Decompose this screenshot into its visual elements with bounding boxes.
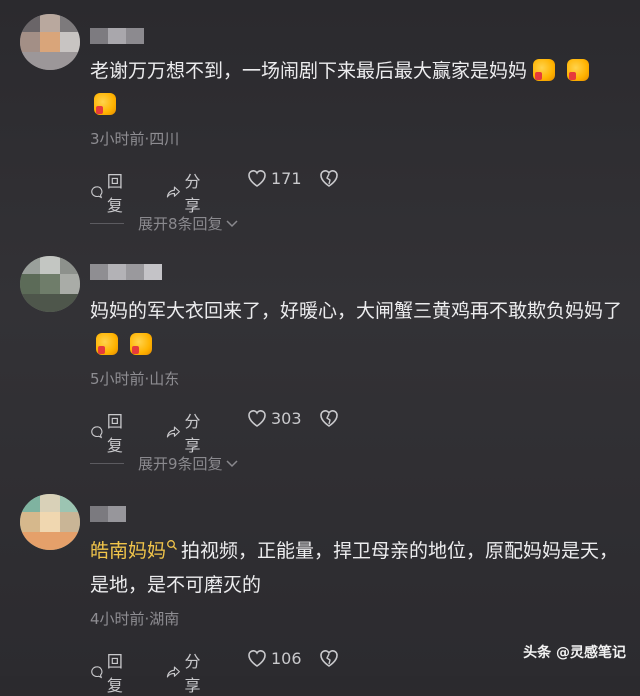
reply-button[interactable]: 回复 bbox=[90, 408, 129, 456]
like-count: 106 bbox=[271, 648, 302, 668]
comment-text: 皓南妈妈 拍视频，正能量，捍卫母亲的地位，原配妈妈是天，是地，是不可磨灭的 bbox=[90, 534, 630, 602]
heart-icon bbox=[248, 410, 266, 427]
share-label: 分享 bbox=[184, 412, 201, 455]
divider-line bbox=[90, 223, 124, 224]
expand-label: 展开8条回复 bbox=[138, 215, 223, 233]
mention-highlight[interactable]: 皓南妈妈 bbox=[90, 540, 166, 562]
reply-button[interactable]: 回复 bbox=[90, 648, 129, 696]
chevron-down-icon bbox=[226, 219, 238, 227]
comment-body: 妈妈的军大衣回来了，好暖心，大闸蟹三黄鸡再不敢欺负妈妈了 bbox=[90, 300, 623, 322]
heart-icon bbox=[248, 650, 266, 667]
comment-bubble-icon bbox=[91, 426, 103, 439]
expand-label: 展开9条回复 bbox=[138, 455, 223, 473]
thumbs-up-emoji-icon bbox=[567, 59, 590, 81]
thumbs-up-emoji-icon bbox=[94, 93, 116, 115]
like-count: 303 bbox=[271, 408, 302, 428]
thumbs-up-emoji-icon bbox=[533, 59, 556, 81]
avatar[interactable] bbox=[20, 494, 80, 550]
share-button[interactable]: 分享 bbox=[166, 648, 207, 696]
username-blurred[interactable] bbox=[90, 28, 144, 44]
like-button[interactable]: 171 bbox=[246, 168, 302, 188]
avatar[interactable] bbox=[20, 14, 80, 70]
like-count: 171 bbox=[271, 168, 302, 188]
share-arrow-icon bbox=[166, 426, 180, 438]
chevron-down-icon bbox=[226, 459, 238, 467]
avatar[interactable] bbox=[20, 256, 80, 312]
reply-label: 回复 bbox=[106, 652, 123, 695]
share-arrow-icon bbox=[166, 186, 180, 198]
reply-label: 回复 bbox=[106, 172, 123, 215]
expand-replies[interactable]: 展开9条回复 bbox=[90, 453, 239, 474]
comment-body: 老谢万万想不到，一场闹剧下来最后最大赢家是妈妈 bbox=[90, 60, 528, 82]
divider-line bbox=[90, 463, 124, 464]
share-label: 分享 bbox=[184, 172, 201, 215]
comment-meta: 4小时前·湖南 bbox=[90, 610, 180, 628]
reply-button[interactable]: 回复 bbox=[90, 168, 129, 216]
comment-text: 老谢万万想不到，一场闹剧下来最后最大赢家是妈妈 bbox=[90, 54, 630, 122]
comment-bubble-icon bbox=[91, 666, 103, 679]
share-label: 分享 bbox=[184, 652, 201, 695]
comment-text: 妈妈的军大衣回来了，好暖心，大闸蟹三黄鸡再不敢欺负妈妈了 bbox=[90, 294, 630, 362]
like-button[interactable]: 303 bbox=[246, 408, 302, 428]
heart-icon bbox=[248, 170, 266, 187]
comment-bubble-icon bbox=[91, 186, 103, 199]
broken-heart-icon bbox=[320, 410, 338, 427]
share-button[interactable]: 分享 bbox=[166, 168, 207, 216]
watermark: 头条 @灵感笔记 bbox=[523, 645, 626, 661]
search-icon[interactable] bbox=[166, 539, 178, 551]
comment-meta: 5小时前·山东 bbox=[90, 370, 180, 388]
share-button[interactable]: 分享 bbox=[166, 408, 207, 456]
dislike-button[interactable] bbox=[318, 408, 343, 428]
username-blurred[interactable] bbox=[90, 506, 126, 522]
expand-replies[interactable]: 展开8条回复 bbox=[90, 213, 239, 234]
comment-meta: 3小时前·四川 bbox=[90, 130, 180, 148]
broken-heart-icon bbox=[320, 650, 338, 667]
dislike-button[interactable] bbox=[318, 168, 343, 188]
like-button[interactable]: 106 bbox=[246, 648, 302, 668]
broken-heart-icon bbox=[320, 170, 338, 187]
share-arrow-icon bbox=[166, 666, 180, 678]
username-blurred[interactable] bbox=[90, 264, 162, 280]
thumbs-up-emoji-icon bbox=[130, 333, 152, 355]
dislike-button[interactable] bbox=[318, 648, 343, 668]
thumbs-up-emoji-icon bbox=[96, 333, 118, 355]
reply-label: 回复 bbox=[106, 412, 123, 455]
